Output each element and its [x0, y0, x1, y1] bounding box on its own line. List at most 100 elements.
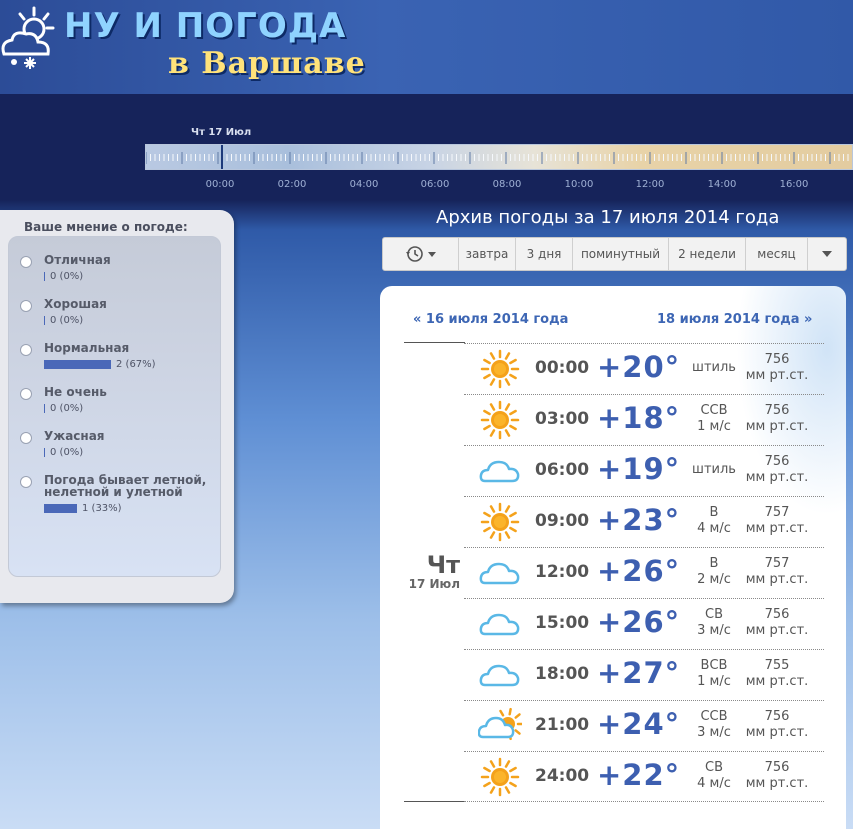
wind-direction: СВ	[705, 760, 723, 775]
row-time: 12:00	[535, 562, 590, 582]
row-time: 09:00	[535, 511, 590, 531]
hourly-row: 03:00 +18° ССВ 1 м/с 756 мм рт.ст.	[464, 394, 824, 445]
row-pressure: 756 мм рт.ст.	[742, 709, 812, 741]
minute-forecast-button[interactable]: поминутный	[573, 238, 669, 270]
row-pressure: 756 мм рт.ст.	[742, 403, 812, 435]
poll-options-box	[8, 236, 221, 577]
timeline-label: 14:00	[707, 179, 737, 190]
poll-count: 0 (0%)	[50, 271, 84, 282]
row-temperature: +27°	[597, 656, 681, 690]
sun-cloud-icon	[478, 707, 522, 741]
poll-count: 1 (33%)	[82, 503, 122, 514]
pressure-unit: мм рт.ст.	[745, 521, 809, 536]
day-name: Чт	[426, 551, 460, 579]
pressure-unit: мм рт.ст.	[745, 674, 809, 689]
row-temperature: +24°	[597, 707, 681, 741]
wind-speed: 4 м/с	[697, 776, 731, 791]
timeline-label: 00:00	[205, 179, 235, 190]
row-wind: СВ 4 м/с	[686, 760, 742, 792]
wind-speed: 1 м/с	[697, 674, 731, 689]
pressure-unit: мм рт.ст.	[745, 419, 809, 434]
poll-radio[interactable]	[20, 300, 32, 312]
archive-title: Архив погоды за 17 июля 2014 года	[436, 207, 780, 228]
wind-speed: 3 м/с	[697, 623, 731, 638]
history-menu-button[interactable]	[383, 238, 459, 270]
pressure-unit: мм рт.ст.	[745, 368, 809, 383]
next-day-link[interactable]: 18 июля 2014 года »	[657, 312, 812, 327]
wind-direction: ССВ	[700, 403, 728, 418]
timeline-label: 02:00	[277, 179, 307, 190]
row-temperature: +19°	[597, 452, 681, 486]
poll-bar	[44, 448, 45, 457]
row-temperature: +26°	[597, 554, 681, 588]
pressure-value: 756	[764, 352, 790, 367]
poll-option-label[interactable]: Ужасная	[44, 430, 214, 442]
poll-option-label[interactable]: Хорошая	[44, 298, 214, 310]
pressure-value: 757	[764, 505, 790, 520]
row-wind: штиль	[692, 462, 736, 477]
sun-icon	[480, 400, 520, 440]
poll-bar	[44, 504, 77, 513]
poll-option-label[interactable]: Погода бывает летной, нелетной и улетной	[44, 474, 214, 498]
row-pressure: 756 мм рт.ст.	[742, 352, 812, 384]
three-days-button[interactable]: 3 дня	[516, 238, 573, 270]
logo-city[interactable]: в Варшаве	[168, 46, 366, 81]
timeline-cursor[interactable]	[221, 145, 223, 169]
row-temperature: +18°	[597, 401, 681, 435]
poll-bar	[44, 272, 45, 281]
poll-option-label[interactable]: Нормальная	[44, 342, 214, 354]
cloud-icon	[479, 613, 520, 636]
wind-speed: 1 м/с	[697, 419, 731, 434]
pressure-value: 756	[764, 403, 790, 418]
site-header: НУ И ПОГОДА в Варшаве	[0, 0, 853, 94]
poll-radio[interactable]	[20, 344, 32, 356]
poll-radio[interactable]	[20, 476, 32, 488]
pressure-value: 756	[764, 607, 790, 622]
poll-title: Ваше мнение о погоде:	[24, 220, 188, 234]
row-temperature: +22°	[597, 758, 681, 792]
more-dropdown-button[interactable]	[808, 238, 846, 270]
wind-direction: В	[709, 505, 719, 520]
timeline-bar[interactable]	[145, 144, 853, 170]
timeline-label: 16:00	[779, 179, 809, 190]
wind-direction: СВ	[705, 607, 723, 622]
poll-radio[interactable]	[20, 432, 32, 444]
poll-count: 0 (0%)	[50, 403, 84, 414]
row-time: 03:00	[535, 409, 590, 429]
row-pressure: 756 мм рт.ст.	[742, 454, 812, 486]
archive-panel: « 16 июля 2014 года 18 июля 2014 года » …	[380, 286, 846, 829]
poll-radio[interactable]	[20, 388, 32, 400]
poll-count: 0 (0%)	[50, 447, 84, 458]
period-toolbar: завтра 3 дня поминутный 2 недели месяц	[382, 237, 847, 271]
cloud-icon	[479, 562, 520, 585]
poll-radio[interactable]	[20, 256, 32, 268]
row-pressure: 756 мм рт.ст.	[742, 760, 812, 792]
row-pressure: 755 мм рт.ст.	[742, 658, 812, 690]
logo-title[interactable]: НУ И ПОГОДА	[64, 6, 346, 46]
pressure-value: 756	[764, 760, 790, 775]
wind-speed: 2 м/с	[697, 572, 731, 587]
wind-speed: 3 м/с	[697, 725, 731, 740]
pressure-value: 756	[764, 709, 790, 724]
prev-day-link[interactable]: « 16 июля 2014 года	[413, 312, 568, 327]
tomorrow-button[interactable]: завтра	[459, 238, 516, 270]
row-time: 21:00	[535, 715, 590, 735]
timeline-label: 10:00	[564, 179, 594, 190]
wind-direction: В	[709, 556, 719, 571]
two-weeks-button[interactable]: 2 недели	[669, 238, 746, 270]
chevron-down-icon	[822, 251, 832, 257]
weather-opinion-poll: Ваше мнение о погоде: Отличная 0 (0%) Хо…	[0, 210, 234, 603]
pressure-unit: мм рт.ст.	[745, 725, 809, 740]
poll-option-label[interactable]: Не очень	[44, 386, 214, 398]
month-button[interactable]: месяц	[746, 238, 808, 270]
pressure-unit: мм рт.ст.	[745, 470, 809, 485]
snow-cloud-logo-icon[interactable]	[0, 2, 60, 72]
row-temperature: +20°	[597, 350, 681, 384]
cloud-icon	[479, 664, 520, 687]
row-temperature: +23°	[597, 503, 681, 537]
row-wind: ССВ 3 м/с	[686, 709, 742, 741]
poll-option-label[interactable]: Отличная	[44, 254, 214, 266]
timeline-label: 04:00	[349, 179, 379, 190]
pressure-value: 756	[764, 454, 790, 469]
row-time: 06:00	[535, 460, 590, 480]
